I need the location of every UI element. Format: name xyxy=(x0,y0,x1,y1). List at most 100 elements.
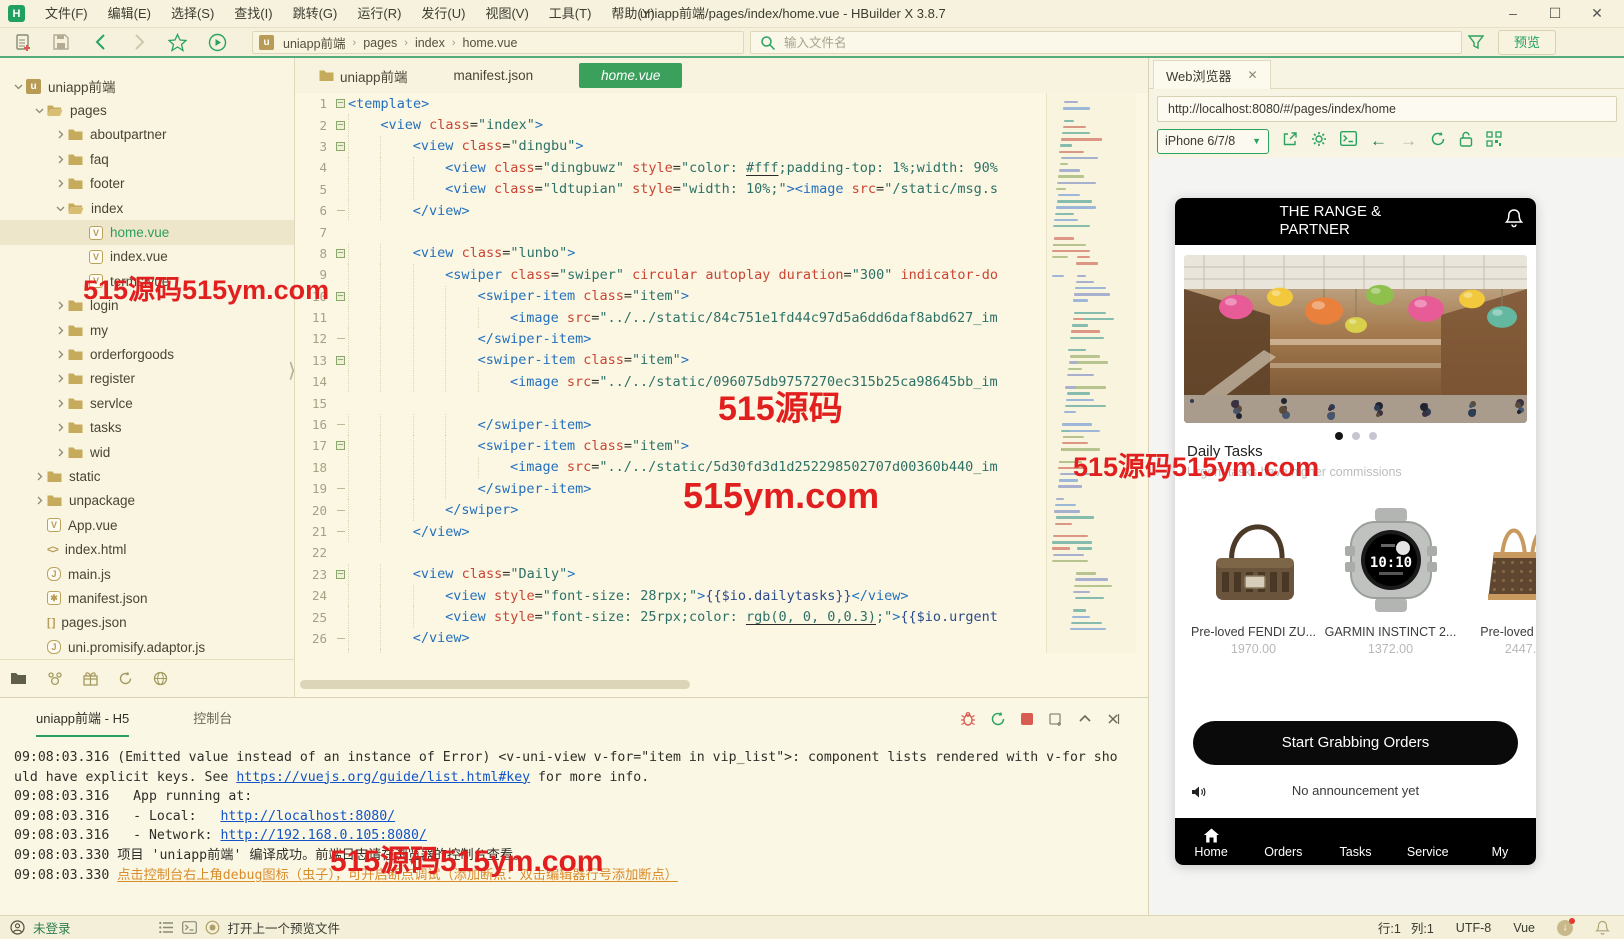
menu-item[interactable]: 视图(V) xyxy=(475,0,538,28)
sidebar-splitter-handle[interactable]: ⟩ xyxy=(288,358,295,383)
tree-item-manifest.json[interactable]: ✱manifest.json xyxy=(0,586,295,610)
device-selector[interactable]: iPhone 6/7/8 ▼ xyxy=(1157,129,1269,154)
tree-item-pages.json[interactable]: [ ]pages.json xyxy=(0,611,295,635)
nav-back-icon[interactable]: ← xyxy=(1370,131,1387,151)
login-status[interactable]: 未登录 xyxy=(33,918,71,937)
save-icon[interactable] xyxy=(52,33,71,52)
favorite-star-icon[interactable] xyxy=(168,33,187,52)
globe-icon[interactable] xyxy=(153,671,168,686)
tree-item-faq[interactable]: faq xyxy=(0,147,295,171)
tree-item-unpackage[interactable]: unpackage xyxy=(0,489,295,513)
carousel[interactable] xyxy=(1184,255,1527,423)
app-tab-my[interactable]: My xyxy=(1464,818,1536,865)
breadcrumb-item[interactable]: pages xyxy=(361,36,399,50)
carousel-dot[interactable] xyxy=(1369,432,1377,440)
editor-tab-manifest.json[interactable]: manifest.json xyxy=(454,68,534,83)
encoding[interactable]: UTF-8 xyxy=(1456,921,1491,935)
tree-item-aboutpartner[interactable]: aboutpartner xyxy=(0,123,295,147)
outline-list-icon[interactable] xyxy=(159,921,174,934)
tree-item-register[interactable]: register xyxy=(0,367,295,391)
menu-item[interactable]: 跳转(G) xyxy=(283,0,348,28)
debug-bug-icon[interactable] xyxy=(960,711,976,732)
breadcrumb-item[interactable]: index xyxy=(413,36,447,50)
tree-item-index[interactable]: index xyxy=(0,196,295,220)
terminal-icon[interactable] xyxy=(182,921,197,934)
close-panel-icon[interactable] xyxy=(1106,712,1120,731)
product-card[interactable]: Pre-loved LOUIS2447.00 xyxy=(1459,501,1536,656)
breadcrumb-item[interactable]: uniapp前端 xyxy=(281,33,348,52)
minimize-button[interactable]: – xyxy=(1492,0,1534,28)
product-card[interactable]: 10:10GARMIN INSTINCT 2...1372.00 xyxy=(1322,501,1459,656)
console-link[interactable]: http://192.168.0.105:8080/ xyxy=(220,828,426,843)
close-browser-tab-icon[interactable]: ✕ xyxy=(1248,68,1258,82)
tree-item-uniapp前端[interactable]: uuniapp前端 xyxy=(0,74,295,98)
tree-item-App.vue[interactable]: VApp.vue xyxy=(0,513,295,537)
carousel-dots[interactable] xyxy=(1175,432,1536,440)
nav-forward-icon[interactable]: → xyxy=(1400,131,1417,151)
gift-icon[interactable] xyxy=(83,671,98,686)
collapse-panel-icon[interactable] xyxy=(1078,712,1092,731)
tree-item-login[interactable]: login xyxy=(0,294,295,318)
menu-item[interactable]: 运行(R) xyxy=(347,0,411,28)
run-icon[interactable] xyxy=(208,33,227,52)
tree-item-servlce[interactable]: servlce xyxy=(0,391,295,415)
filter-icon[interactable] xyxy=(1468,34,1487,53)
open-prev-preview[interactable]: 打开上一个预览文件 xyxy=(228,918,341,937)
tab-web-browser[interactable]: Web浏览器 ✕ xyxy=(1153,60,1271,89)
carousel-dot[interactable] xyxy=(1335,432,1343,440)
console-link[interactable]: http://localhost:8080/ xyxy=(220,809,395,824)
console-link[interactable]: https://vuejs.org/guide/list.html#key xyxy=(236,770,530,785)
preview-file-icon[interactable] xyxy=(205,920,220,935)
menu-item[interactable]: 编辑(E) xyxy=(98,0,161,28)
open-external-icon[interactable] xyxy=(1282,131,1298,152)
menu-item[interactable]: 选择(S) xyxy=(161,0,224,28)
file-search-box[interactable] xyxy=(750,31,1462,54)
preview-button[interactable]: 预览 xyxy=(1498,30,1556,55)
console-tab-control[interactable]: 控制台 xyxy=(193,708,232,737)
folder-panel-icon[interactable] xyxy=(10,671,27,686)
tree-item-index.html[interactable]: <>index.html xyxy=(0,537,295,561)
breadcrumb-item[interactable]: home.vue xyxy=(461,36,520,50)
app-tab-service[interactable]: Service xyxy=(1392,818,1464,865)
url-bar[interactable] xyxy=(1157,96,1617,122)
clear-console-icon[interactable] xyxy=(1048,711,1064,732)
tree-item-orderforgoods[interactable]: orderforgoods xyxy=(0,342,295,366)
tree-item-static[interactable]: static xyxy=(0,464,295,488)
editor-tab-uniapp前端[interactable]: uniapp前端 xyxy=(319,66,408,86)
notifications-bell-icon[interactable] xyxy=(1504,208,1524,235)
menu-item[interactable]: 工具(T) xyxy=(539,0,602,28)
tree-item-footer[interactable]: footer xyxy=(0,172,295,196)
forward-icon[interactable] xyxy=(130,33,149,52)
tree-item-pages[interactable]: pages xyxy=(0,98,295,122)
app-tab-tasks[interactable]: Tasks xyxy=(1319,818,1391,865)
back-icon[interactable] xyxy=(92,33,111,52)
tree-item-uni.promisify.adaptor.js[interactable]: Juni.promisify.adaptor.js xyxy=(0,635,295,659)
search-input[interactable] xyxy=(784,36,1384,50)
editor-tab-home.vue[interactable]: home.vue xyxy=(579,63,682,88)
tree-item-my[interactable]: my xyxy=(0,318,295,342)
horizontal-scrollbar[interactable] xyxy=(300,680,690,689)
qr-code-icon[interactable] xyxy=(1486,131,1502,152)
restart-icon[interactable] xyxy=(990,711,1006,732)
update-available-icon[interactable]: ↓ xyxy=(1557,920,1573,936)
minimap[interactable] xyxy=(1046,93,1136,653)
cursor-col[interactable]: 列:1 xyxy=(1411,918,1434,937)
app-tab-home[interactable]: Home xyxy=(1175,818,1247,865)
refresh-icon[interactable] xyxy=(118,671,133,686)
tree-item-wid[interactable]: wid xyxy=(0,440,295,464)
carousel-dot[interactable] xyxy=(1352,432,1360,440)
menu-item[interactable]: 文件(F) xyxy=(35,0,98,28)
tree-item-main.js[interactable]: Jmain.js xyxy=(0,562,295,586)
notification-bell-icon[interactable] xyxy=(1595,920,1610,935)
maximize-button[interactable]: ☐ xyxy=(1534,0,1576,28)
reload-icon[interactable] xyxy=(1430,131,1446,152)
new-file-icon[interactable] xyxy=(14,33,33,52)
tree-item-home.vue[interactable]: Vhome.vue xyxy=(0,220,295,244)
stop-icon[interactable] xyxy=(1020,712,1034,731)
pets-icon[interactable] xyxy=(47,671,63,686)
start-grabbing-orders-button[interactable]: Start Grabbing Orders xyxy=(1193,721,1518,765)
console-tab-h5[interactable]: uniapp前端 - H5 xyxy=(36,708,129,737)
account-icon[interactable] xyxy=(10,920,25,935)
cursor-line[interactable]: 行:1 xyxy=(1378,918,1401,937)
settings-gear-icon[interactable] xyxy=(1311,131,1327,152)
